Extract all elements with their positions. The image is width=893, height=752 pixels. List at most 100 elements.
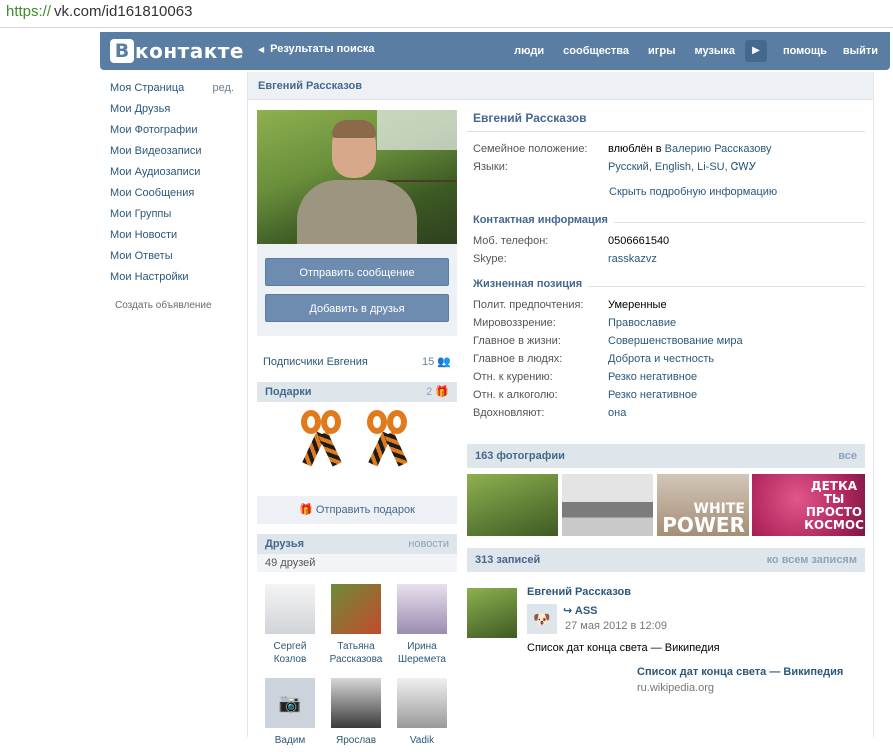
add-friend-button[interactable]: Добавить в друзья: [265, 294, 449, 322]
info-value-link[interactable]: Резко негативное: [608, 368, 697, 386]
friends-header[interactable]: Друзья новости: [257, 534, 457, 554]
nav-communities[interactable]: сообщества: [563, 45, 629, 57]
friend-first-name: Vadik: [409, 735, 435, 746]
friends-news-link[interactable]: новости: [408, 534, 449, 554]
skype-link[interactable]: rasskazvz: [608, 250, 657, 268]
info-row: Вдохновляют: она: [467, 404, 865, 422]
profile-photo[interactable]: [257, 110, 457, 244]
nav-games[interactable]: игры: [648, 45, 675, 57]
info-key: Полит. предпочтения:: [473, 299, 584, 311]
nav-help[interactable]: помощь: [783, 45, 827, 57]
info-value-link[interactable]: Совершенствование мира: [608, 332, 743, 350]
info-value: Умеренные: [608, 299, 667, 311]
top-nav: люди сообщества игры музыка ▶ помощь вый…: [495, 32, 878, 70]
info-row: Главное в людях: Доброта и честность: [467, 350, 865, 368]
friend-last-name: Шеремета: [398, 654, 446, 665]
photo-sky: [377, 110, 457, 150]
address-bar[interactable]: https:// vk.com/id161810063: [0, 0, 893, 28]
sidebar-item-friends[interactable]: Мои Друзья: [110, 101, 236, 122]
photo-thumbnail[interactable]: [467, 474, 558, 536]
wall-header[interactable]: 313 записей ко всем записям: [467, 548, 865, 572]
sidebar-item-settings[interactable]: Мои Настройки: [110, 269, 236, 290]
info-key: Skype:: [473, 253, 507, 265]
gift-ribbon[interactable]: [299, 410, 345, 470]
sidebar-item-label: Моя Страница: [110, 82, 185, 94]
wall-post: Евгений Рассказов 🐶 ↪ ASS 27 мая 2012 в …: [467, 584, 865, 714]
sidebar-item-my-page[interactable]: Моя Страница ред.: [110, 80, 236, 101]
subscribers-label: Подписчики Евгения: [263, 356, 368, 368]
nav-logout[interactable]: выйти: [843, 45, 878, 57]
send-message-button[interactable]: Отправить сообщение: [265, 258, 449, 286]
info-key: Вдохновляют:: [473, 407, 545, 419]
gift-ribbon[interactable]: [365, 410, 411, 470]
hide-info-link[interactable]: Скрыть подробную информацию: [467, 186, 865, 204]
subscribers-count: 15 👥: [421, 356, 451, 368]
photos-all-link[interactable]: все: [838, 444, 857, 468]
sidebar-item-groups[interactable]: Мои Группы: [110, 206, 236, 227]
info-row: Мировоззрение: Православие: [467, 314, 865, 332]
sidebar-item-audio[interactable]: Мои Аудиозаписи: [110, 164, 236, 185]
nav-music[interactable]: музыка: [694, 45, 734, 57]
friend-first-name: Ярослав: [335, 735, 377, 746]
info-row: Отн. к курению: Резко негативное: [467, 368, 865, 386]
vk-logo[interactable]: В контакте: [110, 39, 244, 63]
friend-card[interactable]: Татьяна Рассказова: [326, 584, 386, 666]
sidebar-item-answers[interactable]: Мои Ответы: [110, 248, 236, 269]
info-key: Главное в жизни:: [473, 335, 561, 347]
post-author-avatar[interactable]: [467, 588, 517, 638]
info-row: Главное в жизни: Совершенствование мира: [467, 332, 865, 350]
group-avatar-icon[interactable]: 🐶: [527, 604, 557, 634]
url-path: vk.com/id161810063: [54, 3, 193, 20]
photo-thumbnail[interactable]: WHITE POWER: [657, 474, 749, 536]
sidebar-item-messages[interactable]: Мои Сообщения: [110, 185, 236, 206]
wall-title: 313 записей: [475, 554, 541, 566]
languages-value[interactable]: Русский, English, Li-SU, ᏣᎳᎩ: [608, 158, 757, 176]
post-date[interactable]: 27 мая 2012 в 12:09: [565, 620, 667, 632]
life-section-header: Жизненная позиция: [467, 278, 865, 296]
chevron-left-icon: ◀: [258, 45, 265, 54]
sidebar-item-news[interactable]: Мои Новости: [110, 227, 236, 248]
info-value-link[interactable]: Православие: [608, 314, 676, 332]
relationship-link[interactable]: Валерию Рассказову: [665, 143, 772, 155]
friend-card[interactable]: Ирина Шеремета: [392, 584, 452, 666]
sidebar: Моя Страница ред. Мои Друзья Мои Фотограф…: [110, 80, 236, 311]
back-link-label: Результаты поиска: [270, 43, 375, 55]
post-author[interactable]: Евгений Рассказов: [527, 586, 631, 598]
gift-icon: 🎁: [299, 504, 313, 516]
friends-count: 49 друзей: [257, 554, 457, 572]
sidebar-item-photos[interactable]: Мои Фотографии: [110, 122, 236, 143]
info-row: Моб. телефон: 0506661540: [467, 232, 865, 250]
phone-value: 0506661540: [608, 235, 670, 247]
photo-thumbnail[interactable]: [562, 474, 653, 536]
photos-header[interactable]: 163 фотографии все: [467, 444, 865, 468]
logo-text: контакте: [135, 39, 244, 63]
photo-thumbnail[interactable]: ДЕТКА ТЫ ПРОСТО КОСМОС: [752, 474, 865, 536]
section-title: Жизненная позиция: [473, 278, 589, 290]
page-title: Евгений Рассказов: [248, 72, 873, 100]
post-link-domain: ru.wikipedia.org: [637, 682, 715, 694]
wall-all-link[interactable]: ко всем записям: [767, 548, 857, 572]
friend-avatar: [331, 678, 381, 728]
info-key: Семейное положение:: [473, 143, 588, 155]
gifts-header[interactable]: Подарки 2 🎁: [257, 382, 457, 402]
friend-avatar: [397, 584, 447, 634]
send-gift-button[interactable]: 🎁 Отправить подарок: [257, 496, 457, 524]
sidebar-item-videos[interactable]: Мои Видеозаписи: [110, 143, 236, 164]
back-to-search-link[interactable]: ◀ Результаты поиска: [258, 43, 375, 55]
info-value-link[interactable]: Доброта и честность: [608, 350, 714, 368]
subscribers-link[interactable]: Подписчики Евгения 15 👥: [257, 342, 457, 382]
friend-card[interactable]: Сергей Козлов: [260, 584, 320, 666]
friend-first-name: Ирина: [407, 641, 437, 652]
info-value-link[interactable]: Резко негативное: [608, 386, 697, 404]
post-link-title[interactable]: Список дат конца света — Википедия: [637, 666, 843, 678]
info-value-link[interactable]: она: [608, 404, 626, 422]
info-row: Отн. к алкоголю: Резко негативное: [467, 386, 865, 404]
nav-people[interactable]: люди: [514, 45, 544, 57]
repost-source[interactable]: ↪ ASS: [563, 604, 598, 617]
gifts-count: 2 🎁: [426, 386, 449, 398]
edit-link[interactable]: ред.: [213, 81, 234, 95]
profile-left-column: Отправить сообщение Добавить в друзья По…: [257, 110, 457, 752]
friend-first-name: Вадим: [274, 735, 306, 746]
create-ad-link[interactable]: Создать объявление: [110, 300, 236, 311]
play-icon[interactable]: ▶: [744, 40, 767, 62]
